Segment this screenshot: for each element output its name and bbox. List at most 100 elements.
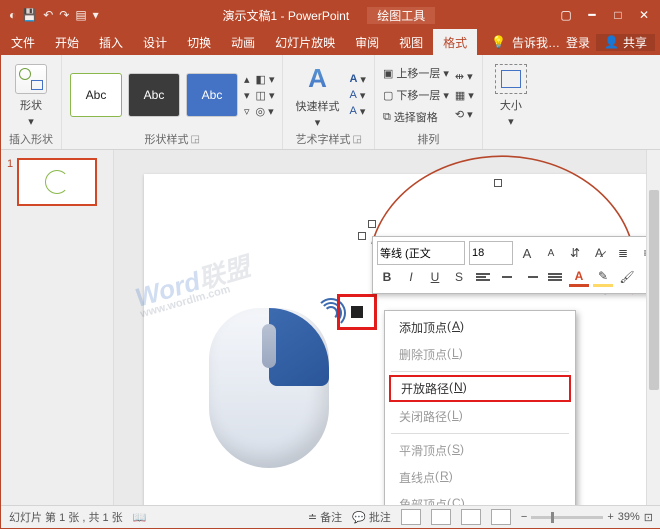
selection-pane[interactable]: ⧉选择窗格 [383, 109, 449, 125]
size-button[interactable]: 大小 ▾ [491, 61, 531, 130]
context-menu: 添加顶点(A) 删除顶点(L) 开放路径(N) 关闭路径(L) 平滑顶点(S) … [384, 310, 576, 505]
selected-point-marker[interactable] [337, 294, 377, 330]
tab-format[interactable]: 格式 [433, 29, 477, 55]
tab-slideshow[interactable]: 幻灯片放映 [265, 29, 345, 55]
slide-canvas-area[interactable]: Word联盟www.wordlm.com Word联盟www.wordlm.co… [114, 150, 660, 505]
ribbon-options-icon[interactable]: ▢ [559, 8, 573, 22]
highlight-icon[interactable]: ✎ [593, 267, 613, 287]
shape-style-1[interactable]: Abc [70, 73, 122, 117]
text-fill[interactable]: A▾ [349, 73, 365, 86]
maximize-icon[interactable]: □ [611, 8, 625, 22]
style-gallery-scroll[interactable]: ▴▾▿ [244, 73, 250, 118]
bring-forward[interactable]: ▣上移一层 ▾ [383, 65, 449, 81]
ribbon-tabs: 文件 开始 插入 设计 切换 动画 幻灯片放映 审阅 视图 格式 💡 告诉我… … [1, 29, 660, 55]
tab-view[interactable]: 视图 [389, 29, 433, 55]
tab-insert[interactable]: 插入 [89, 29, 133, 55]
group-arrange: ▣上移一层 ▾ ▢下移一层 ▾ ⧉选择窗格 ⇹▾ ▦▾ ⟲▾ 排列 [375, 55, 483, 149]
justify-icon[interactable] [545, 267, 565, 287]
tab-review[interactable]: 审阅 [345, 29, 389, 55]
edit-handle[interactable] [494, 179, 502, 187]
tab-file[interactable]: 文件 [1, 29, 45, 55]
bring-forward-icon: ▣ [383, 67, 393, 80]
qat-more-icon[interactable]: ▾ [93, 8, 99, 22]
dialog-launcher-icon[interactable]: ◲ [352, 134, 361, 145]
send-backward-icon: ▢ [383, 89, 393, 102]
shape-effects[interactable]: ◎▾ [256, 105, 275, 118]
autosave-icon[interactable]: ◐ [9, 8, 16, 22]
edit-handle[interactable] [368, 220, 376, 228]
menu-straight-point: 直线点(R) [385, 464, 575, 491]
italic-button[interactable]: I [401, 267, 421, 287]
send-backward[interactable]: ▢下移一层 ▾ [383, 87, 449, 103]
login[interactable]: 登录 [566, 34, 590, 51]
strike-button[interactable]: S [449, 267, 469, 287]
edit-handle[interactable] [358, 232, 366, 240]
menu-open-path[interactable]: 开放路径(N) [389, 375, 571, 402]
quick-styles-button[interactable]: A 快速样式 ▾ [291, 60, 343, 131]
selection-pane-icon: ⧉ [383, 111, 391, 124]
bold-button[interactable]: B [377, 267, 397, 287]
zoom-out-icon[interactable]: − [521, 511, 527, 523]
text-outline[interactable]: A▾ [349, 89, 365, 102]
rotate-button[interactable]: ⟲▾ [455, 108, 474, 121]
redo-icon[interactable]: ↷ [59, 8, 69, 22]
font-size-select[interactable] [469, 241, 513, 265]
undo-icon[interactable]: ↶ [43, 8, 53, 22]
align-left-icon[interactable] [473, 267, 493, 287]
group-size: 大小 ▾ [483, 55, 539, 149]
ribbon: 形状 ▾ 插入形状 Abc Abc Abc ▴▾▿ ◧▾ ◫▾ ◎▾ 形状样式◲ [1, 55, 660, 150]
tab-transitions[interactable]: 切换 [177, 29, 221, 55]
tab-design[interactable]: 设计 [133, 29, 177, 55]
share-button[interactable]: 👤共享 [596, 34, 655, 51]
align-button[interactable]: ⇹▾ [455, 70, 474, 83]
zoom-slider[interactable]: − + 39% ⊡ [521, 511, 653, 524]
shape-style-2[interactable]: Abc [128, 73, 180, 117]
reading-view-icon[interactable] [461, 509, 481, 525]
start-slideshow-icon[interactable]: ▤ [75, 8, 86, 22]
font-color-icon[interactable]: A [569, 267, 589, 287]
shape-style-3[interactable]: Abc [186, 73, 238, 117]
slideshow-view-icon[interactable] [491, 509, 511, 525]
sorter-view-icon[interactable] [431, 509, 451, 525]
slide[interactable]: Word联盟www.wordlm.com Word联盟www.wordlm.co… [144, 174, 660, 505]
group-button[interactable]: ▦▾ [455, 89, 474, 102]
align-right-icon[interactable] [521, 267, 541, 287]
save-icon[interactable]: 💾 [22, 8, 37, 22]
notes-button[interactable]: ≐ 备注 [308, 509, 342, 525]
effects-icon: ◎ [256, 105, 266, 118]
dialog-launcher-icon[interactable]: ◲ [191, 134, 200, 145]
tell-me-icon[interactable]: 💡 [491, 35, 506, 49]
fit-window-icon[interactable]: ⊡ [644, 511, 653, 524]
minimize-icon[interactable]: ━ [585, 8, 599, 22]
align-center-icon[interactable] [497, 267, 517, 287]
shape-outline[interactable]: ◫▾ [256, 89, 275, 102]
thumbnail-1[interactable]: 1 [7, 158, 107, 206]
format-painter-icon[interactable]: 🖌 [617, 267, 637, 287]
clear-format-icon[interactable]: A̷ [589, 243, 609, 263]
underline-button[interactable]: U [425, 267, 445, 287]
close-icon[interactable]: ✕ [637, 8, 651, 22]
zoom-level[interactable]: 39% [618, 511, 640, 523]
spellcheck-icon[interactable]: 📖 [133, 511, 147, 524]
zoom-in-icon[interactable]: + [607, 511, 613, 523]
shapes-button[interactable]: 形状 ▾ [11, 61, 51, 130]
tab-animations[interactable]: 动画 [221, 29, 265, 55]
tell-me[interactable]: 告诉我… [512, 34, 560, 51]
tab-home[interactable]: 开始 [45, 29, 89, 55]
rotate-icon: ⟲ [455, 108, 464, 121]
bullets-icon[interactable]: ≣ [613, 243, 633, 263]
status-bar: 幻灯片 第 1 张 , 共 1 张 📖 ≐ 备注 💬 批注 − + 39% ⊡ [1, 505, 660, 528]
vertical-scrollbar[interactable] [646, 150, 660, 505]
menu-smooth-point: 平滑顶点(S) [385, 437, 575, 464]
shape-fill[interactable]: ◧▾ [256, 73, 275, 86]
text-effects[interactable]: A▾ [349, 105, 365, 118]
menu-add-point[interactable]: 添加顶点(A) [385, 314, 575, 341]
normal-view-icon[interactable] [401, 509, 421, 525]
line-spacing-icon[interactable]: ⇵ [565, 243, 585, 263]
increase-font-icon[interactable]: A [517, 243, 537, 263]
title-bar: ◐ 💾 ↶ ↷ ▤ ▾ 演示文稿1 - PowerPoint 绘图工具 ▢ ━ … [1, 1, 660, 29]
decrease-font-icon[interactable]: A [541, 243, 561, 263]
comments-button[interactable]: 💬 批注 [352, 509, 391, 525]
font-select[interactable] [377, 241, 465, 265]
shapes-icon [15, 64, 47, 94]
